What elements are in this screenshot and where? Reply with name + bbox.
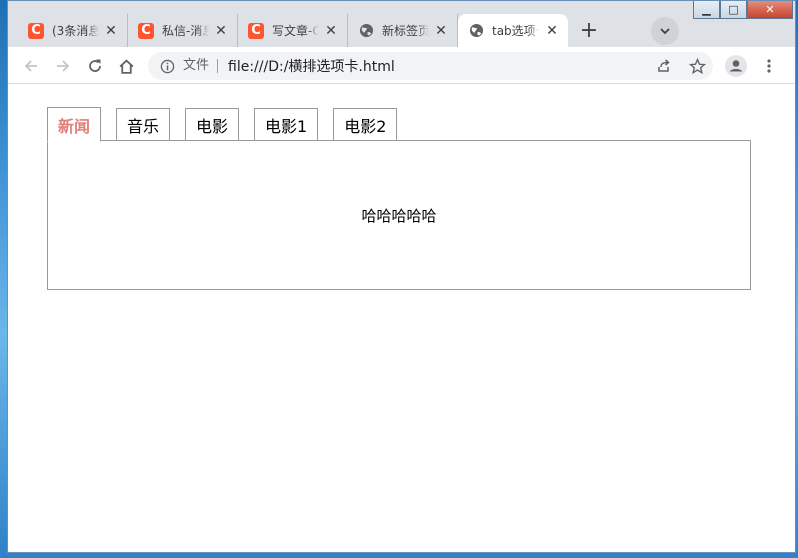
close-icon[interactable]: ✕: [323, 23, 339, 39]
address-bar[interactable]: 文件 file:///D:/横排选项卡.html: [148, 52, 713, 80]
tab-movie-2[interactable]: 电影2: [333, 108, 398, 141]
tab-news[interactable]: 新闻: [47, 107, 102, 142]
profile-avatar-icon[interactable]: [725, 55, 747, 77]
maximize-button[interactable]: □: [720, 1, 747, 19]
browser-toolbar: 文件 file:///D:/横排选项卡.html: [8, 47, 795, 84]
bookmark-star-icon[interactable]: [686, 55, 708, 77]
close-window-button[interactable]: ✕: [747, 1, 793, 19]
close-icon[interactable]: ✕: [433, 23, 449, 39]
csdn-icon: C: [28, 22, 44, 39]
tab-search-button[interactable]: [651, 17, 679, 45]
window-controls: ▁ □ ✕: [693, 1, 793, 21]
forward-icon[interactable]: [52, 55, 74, 77]
scheme-chip: 文件: [183, 59, 219, 73]
browser-tab[interactable]: C (3条消息 ✕: [18, 14, 128, 47]
globe-icon: [358, 23, 374, 39]
tab-music[interactable]: 音乐: [116, 108, 171, 141]
browser-tab-title: tab选项卡: [492, 24, 540, 38]
close-icon[interactable]: ✕: [103, 23, 119, 39]
csdn-icon: C: [248, 22, 264, 39]
browser-tab-title: 新标签页: [382, 24, 429, 38]
tab-nav: 新闻 音乐 电影 电影1 电影2: [47, 106, 412, 142]
browser-tab[interactable]: 新标签页 ✕: [348, 14, 458, 47]
browser-tabs: C (3条消息 ✕ C 私信-消息 ✕ C 写文章-C ✕ 新标签页 ✕: [18, 14, 604, 47]
tab-movie[interactable]: 电影: [185, 108, 240, 141]
menu-dots-icon[interactable]: [758, 55, 780, 77]
close-icon[interactable]: ✕: [213, 23, 229, 39]
tab-strip: ▁ □ ✕ C (3条消息 ✕ C 私信-消息 ✕ C 写文章-C ✕: [8, 1, 795, 47]
browser-window: ▁ □ ✕ C (3条消息 ✕ C 私信-消息 ✕ C 写文章-C ✕: [7, 0, 796, 553]
info-icon[interactable]: [159, 58, 175, 74]
browser-tab-active[interactable]: tab选项卡 ✕: [458, 14, 568, 47]
home-icon[interactable]: [115, 55, 137, 77]
browser-tab-title: (3条消息: [52, 24, 99, 38]
browser-tab[interactable]: C 私信-消息 ✕: [128, 14, 238, 47]
reload-icon[interactable]: [84, 55, 106, 77]
browser-tab[interactable]: C 写文章-C ✕: [238, 14, 348, 47]
page-content: 新闻 音乐 电影 电影1 电影2 哈哈哈哈哈: [8, 84, 795, 552]
url-text[interactable]: file:///D:/横排选项卡.html: [228, 56, 395, 76]
tab-panel: 哈哈哈哈哈: [47, 140, 751, 290]
share-icon[interactable]: [653, 55, 675, 77]
tab-movie-1[interactable]: 电影1: [254, 108, 319, 141]
csdn-icon: C: [138, 22, 154, 39]
browser-tab-title: 写文章-C: [272, 24, 319, 38]
new-tab-button[interactable]: +: [574, 15, 604, 45]
tab-panel-text: 哈哈哈哈哈: [361, 206, 437, 225]
globe-icon: [468, 23, 484, 39]
close-icon[interactable]: ✕: [544, 23, 560, 39]
back-icon[interactable]: [20, 55, 42, 77]
chevron-down-icon: [660, 28, 670, 35]
browser-tab-title: 私信-消息: [162, 24, 209, 38]
minimize-button[interactable]: ▁: [693, 1, 720, 19]
